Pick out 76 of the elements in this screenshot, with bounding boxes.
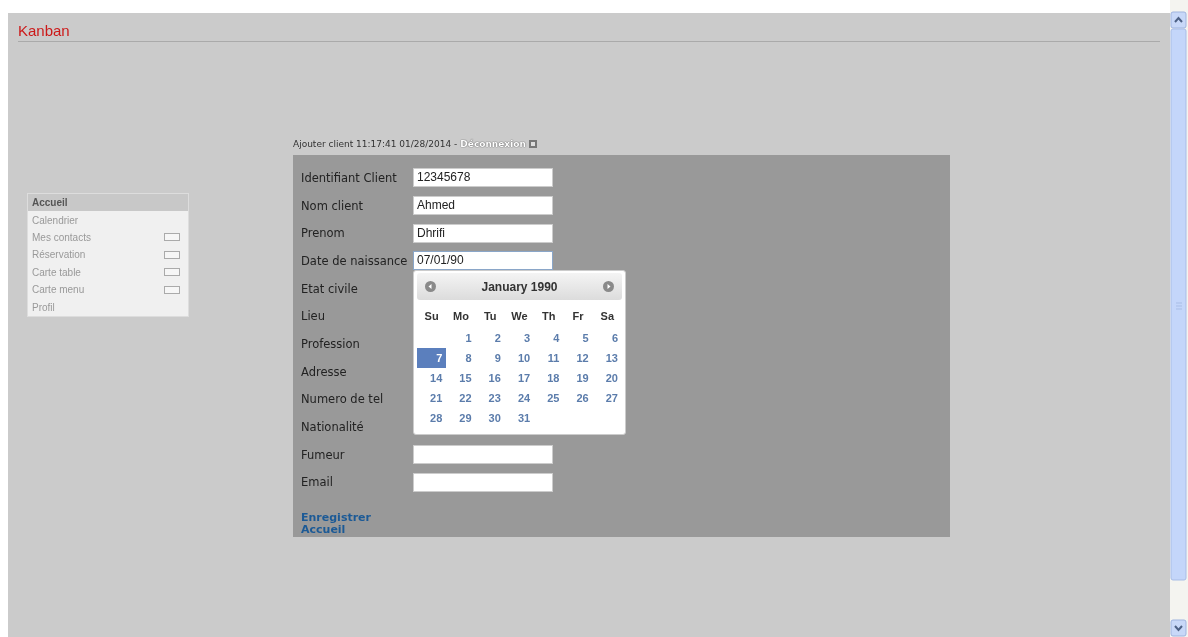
calendar-day[interactable]: 4 xyxy=(534,328,564,348)
field-label: Fumeur xyxy=(301,447,346,462)
field-label: Prenom xyxy=(301,226,346,241)
calendar-day[interactable]: 18 xyxy=(534,368,564,388)
calendar-day[interactable]: 17 xyxy=(504,368,535,388)
calendar-day[interactable]: 3 xyxy=(504,328,535,348)
calendar-day[interactable]: 28 xyxy=(417,408,447,428)
sidebar-item[interactable]: Carte menu xyxy=(28,280,188,299)
calendar-day[interactable]: 2 xyxy=(475,328,505,348)
calendar-day[interactable]: 14 xyxy=(417,368,447,388)
input-field[interactable] xyxy=(413,472,553,492)
field-label: Lieu xyxy=(301,309,326,324)
sidebar-item[interactable]: Accueil xyxy=(28,194,188,212)
field-label: Email xyxy=(301,475,334,490)
calendar-day[interactable]: 25 xyxy=(534,388,564,408)
weekday-label: Sa xyxy=(599,309,616,324)
scrollbar-drawing[interactable] xyxy=(1170,0,1188,637)
input-field[interactable] xyxy=(413,445,553,465)
weekday-label: We xyxy=(510,309,529,324)
calendar-day[interactable]: 21 xyxy=(417,388,447,408)
calendar-day[interactable]: 6 xyxy=(592,328,622,348)
weekday-label: Mo xyxy=(451,309,470,324)
app-title: Kanban xyxy=(18,22,70,39)
field-label: Numero de tel xyxy=(301,392,385,407)
calendar-day[interactable]: 8 xyxy=(446,348,476,368)
calendar-day[interactable]: 11 xyxy=(534,348,564,368)
logout-icon[interactable] xyxy=(528,140,537,148)
input-field[interactable]: 07/01/90 xyxy=(413,251,553,271)
previous-icon[interactable] xyxy=(425,281,436,292)
next-icon[interactable] xyxy=(603,281,614,292)
calendar-day[interactable]: 16 xyxy=(475,368,505,388)
calendar-day[interactable]: 10 xyxy=(504,348,535,368)
link[interactable]: Accueil xyxy=(301,524,950,537)
weekday-label: Fr xyxy=(571,309,585,324)
field-label: Identifiant Client xyxy=(301,170,398,185)
weekday-label: Su xyxy=(423,309,440,324)
sidebar-item[interactable]: Réservation xyxy=(28,246,188,264)
calendar-day[interactable]: 9 xyxy=(475,348,505,368)
calendar-day[interactable]: 12 xyxy=(563,348,593,368)
sidebar-item[interactable]: Mes contacts xyxy=(28,228,188,247)
weekday-label: Th xyxy=(541,309,557,324)
calendar-day[interactable]: 24 xyxy=(504,388,535,408)
field-label: Etat civile xyxy=(301,281,359,296)
sidebar-item[interactable]: Profil xyxy=(28,298,188,316)
badge-icon xyxy=(164,268,180,277)
calendar-day[interactable]: 30 xyxy=(475,408,505,428)
field-label: Nationalité xyxy=(301,420,365,435)
calendar-day[interactable]: 20 xyxy=(592,368,622,388)
calendar-day[interactable]: 27 xyxy=(592,388,622,408)
input-field[interactable]: 12345678 xyxy=(413,168,553,188)
calendar-day[interactable]: 1 xyxy=(446,328,476,348)
link[interactable]: Enregistrer xyxy=(301,512,950,525)
weekday-label: Tu xyxy=(482,309,498,324)
input-field[interactable]: Dhrifi xyxy=(413,223,553,243)
calendar-day[interactable]: 19 xyxy=(563,368,593,388)
calendar-day[interactable]: 15 xyxy=(446,368,476,388)
calendar-day[interactable]: 13 xyxy=(592,348,622,368)
input-field[interactable]: Ahmed xyxy=(413,196,553,216)
badge-icon xyxy=(164,285,180,294)
calendar-day[interactable]: 29 xyxy=(446,408,476,428)
calendar-day[interactable]: 5 xyxy=(563,328,593,348)
calendar-day[interactable]: 7 xyxy=(417,348,447,368)
calendar-day[interactable]: 22 xyxy=(446,388,476,408)
month-title: January 1990 xyxy=(481,279,558,294)
badge-icon xyxy=(164,250,180,259)
field-label: Profession xyxy=(301,336,361,351)
calendar-day[interactable]: 31 xyxy=(504,408,535,428)
field-label: Date de naissance xyxy=(301,253,409,268)
sidebar-item[interactable]: Carte table xyxy=(28,263,188,281)
page-subtitle: Ajouter client 11:17:41 01/28/2014 - xyxy=(293,139,458,149)
calendar-day[interactable]: 26 xyxy=(563,388,593,408)
calendar-day[interactable]: 23 xyxy=(475,388,505,408)
field-label: Nom client xyxy=(301,198,365,213)
field-label: Adresse xyxy=(301,364,348,379)
badge-icon xyxy=(164,233,180,242)
sidebar-item[interactable]: Calendrier xyxy=(28,211,188,229)
